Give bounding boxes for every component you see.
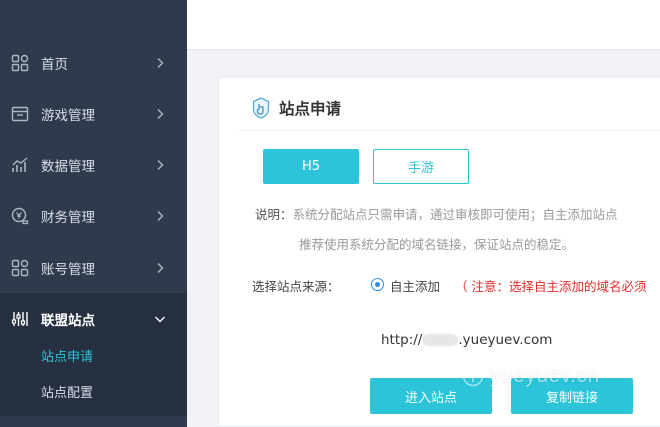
- divider: [239, 130, 660, 131]
- top-bar: [187, 0, 660, 50]
- radio-label[interactable]: 自主添加: [390, 276, 440, 295]
- sidebar-footer: [0, 416, 187, 427]
- chevron-right-icon: [157, 57, 164, 68]
- url-prefix: http://: [381, 332, 423, 348]
- enter-site-button[interactable]: 进入站点: [370, 378, 492, 414]
- sidebar-item-label: 账号管理: [41, 261, 95, 278]
- sidebar-item-home[interactable]: 首页: [0, 37, 187, 88]
- tab-mobile-game[interactable]: 手游: [373, 149, 469, 184]
- redacted-text: [422, 334, 459, 346]
- sliders-icon: [11, 311, 28, 326]
- sidebar-item-data-management[interactable]: 数据管理: [0, 139, 187, 190]
- source-label: 选择站点来源：: [252, 279, 340, 294]
- submenu: [0, 344, 187, 416]
- finance-icon: [11, 207, 29, 224]
- sidebar-item-finance-management[interactable]: 财务管理: [0, 190, 187, 241]
- radio-self-add[interactable]: [371, 278, 384, 291]
- chevron-down-icon: [155, 316, 165, 322]
- chevron-right-icon: [157, 159, 164, 170]
- sidebar-item-label: 数据管理: [41, 158, 95, 175]
- description-lead: 说明：: [255, 207, 293, 222]
- card-header: 站点申请: [252, 97, 341, 119]
- sidebar-item-label: 财务管理: [41, 209, 95, 226]
- sidebar: 首页 游戏管理 数据管理 财务管理 账号管理 联盟站点 站点申请 站点配置: [0, 0, 187, 427]
- bar-chart-icon: [12, 156, 28, 172]
- sidebar-item-label: 首页: [41, 56, 68, 73]
- grid-icon: [11, 54, 29, 71]
- sidebar-item-account-management[interactable]: 账号管理: [0, 242, 187, 293]
- sidebar-item-alliance-site[interactable]: 联盟站点: [0, 293, 187, 344]
- notice-text: （ 注意：选择自主添加的域名必须: [455, 279, 647, 294]
- sidebar-item-label: 游戏管理: [41, 107, 95, 124]
- tab-h5[interactable]: H5: [263, 149, 359, 184]
- site-apply-card: 站点申请 H5 手游 说明：系统分配站点只需申请，通过审核即可使用；自主添加站点…: [218, 77, 660, 427]
- submenu-item-site-apply[interactable]: 站点申请: [41, 346, 93, 365]
- page-title: 站点申请: [279, 100, 342, 118]
- description-line-1: 说明：系统分配站点只需申请，通过审核即可使用；自主添加站点: [255, 204, 618, 223]
- grid-icon: [11, 259, 29, 276]
- chevron-right-icon: [157, 108, 164, 119]
- chevron-right-icon: [157, 210, 164, 221]
- site-url: http:// .yueyuev.com: [381, 332, 552, 348]
- description-line-2: 推荐使用系统分配的域名链接，保证站点的稳定。: [299, 237, 575, 252]
- window-icon: [11, 106, 29, 121]
- sidebar-item-label: 联盟站点: [41, 312, 95, 329]
- hand-shield-icon: [252, 97, 270, 119]
- submenu-item-site-config[interactable]: 站点配置: [41, 382, 93, 401]
- copy-link-button[interactable]: 复制链接: [511, 378, 633, 414]
- sidebar-item-game-management[interactable]: 游戏管理: [0, 88, 187, 139]
- chevron-right-icon: [157, 262, 164, 273]
- description-text: 系统分配站点只需申请，通过审核即可使用；自主添加站点: [292, 207, 618, 222]
- url-suffix: .yueyuev.com: [458, 332, 553, 348]
